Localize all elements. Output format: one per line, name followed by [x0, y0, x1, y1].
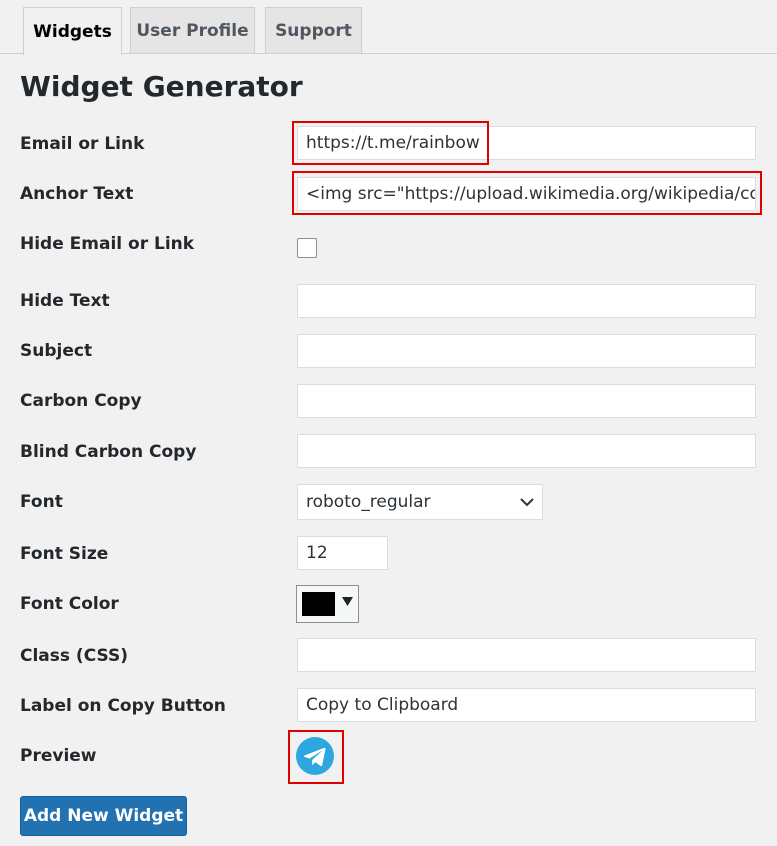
font-color-picker[interactable]: [296, 585, 359, 623]
copy-button-label-label: Label on Copy Button: [20, 696, 226, 716]
preview-label: Preview: [20, 746, 97, 766]
carbon-copy-input[interactable]: [297, 384, 756, 418]
copy-button-label-input[interactable]: Copy to Clipboard: [297, 688, 756, 722]
email-or-link-input[interactable]: https://t.me/rainbow: [297, 126, 756, 160]
chevron-down-icon: [520, 498, 534, 507]
carbon-copy-label: Carbon Copy: [20, 391, 142, 411]
font-select-value: roboto_regular: [306, 492, 431, 512]
font-color-label: Font Color: [20, 594, 119, 614]
class-css-label: Class (CSS): [20, 646, 128, 666]
add-new-widget-button[interactable]: Add New Widget: [20, 796, 187, 836]
tab-bar: Widgets User Profile Support: [0, 0, 777, 55]
color-swatch: [302, 592, 335, 616]
font-select[interactable]: roboto_regular: [297, 484, 543, 520]
hide-email-checkbox[interactable]: [297, 238, 317, 258]
font-size-input[interactable]: 12: [297, 536, 388, 570]
email-or-link-label: Email or Link: [20, 134, 145, 154]
telegram-icon[interactable]: [296, 737, 334, 775]
subject-label: Subject: [20, 341, 93, 361]
tab-widgets[interactable]: Widgets: [23, 7, 122, 55]
font-size-label: Font Size: [20, 544, 109, 564]
font-label: Font: [20, 492, 63, 512]
caret-down-icon: [342, 597, 353, 606]
subject-input[interactable]: [297, 334, 756, 368]
page-title: Widget Generator: [20, 70, 303, 103]
hide-text-label: Hide Text: [20, 291, 110, 311]
tab-support[interactable]: Support: [265, 7, 362, 53]
class-css-input[interactable]: [297, 638, 756, 672]
blind-carbon-copy-input[interactable]: [297, 434, 756, 468]
anchor-text-label: Anchor Text: [20, 184, 134, 204]
anchor-text-input[interactable]: <img src="https://upload.wikimedia.org/w…: [297, 177, 756, 211]
hide-text-input[interactable]: [297, 284, 756, 318]
blind-carbon-copy-label: Blind Carbon Copy: [20, 442, 197, 462]
hide-email-label: Hide Email or Link: [20, 234, 195, 254]
tab-user-profile[interactable]: User Profile: [130, 7, 255, 53]
